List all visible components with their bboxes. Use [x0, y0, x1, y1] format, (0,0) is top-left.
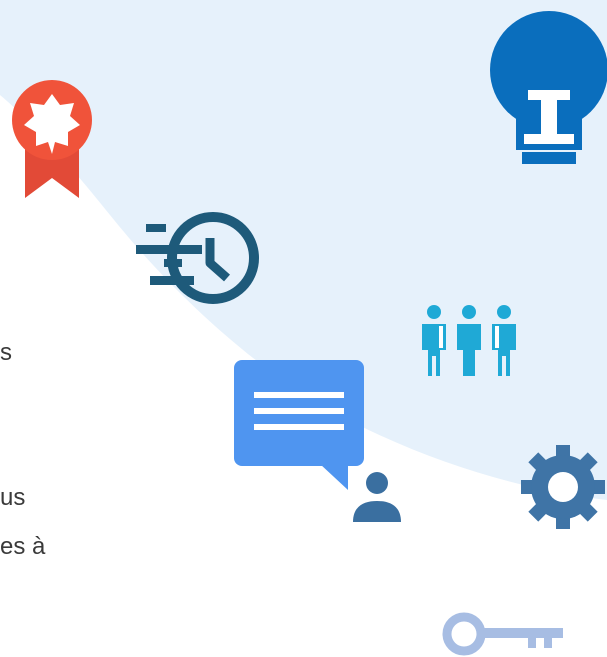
- text-fragment-3: es à: [0, 533, 46, 560]
- team-people-icon: [422, 305, 516, 376]
- award-ribbon-icon: [12, 80, 92, 198]
- key-icon: [442, 612, 563, 656]
- user-icon: [353, 472, 401, 522]
- history-clock-icon: [136, 212, 259, 304]
- text-fragment-1: s: [0, 339, 12, 366]
- chat-message-icon: [234, 360, 364, 490]
- gear-icon: [521, 445, 605, 529]
- text-fragment-2: us: [0, 484, 26, 511]
- lightbulb-icon: [490, 11, 607, 164]
